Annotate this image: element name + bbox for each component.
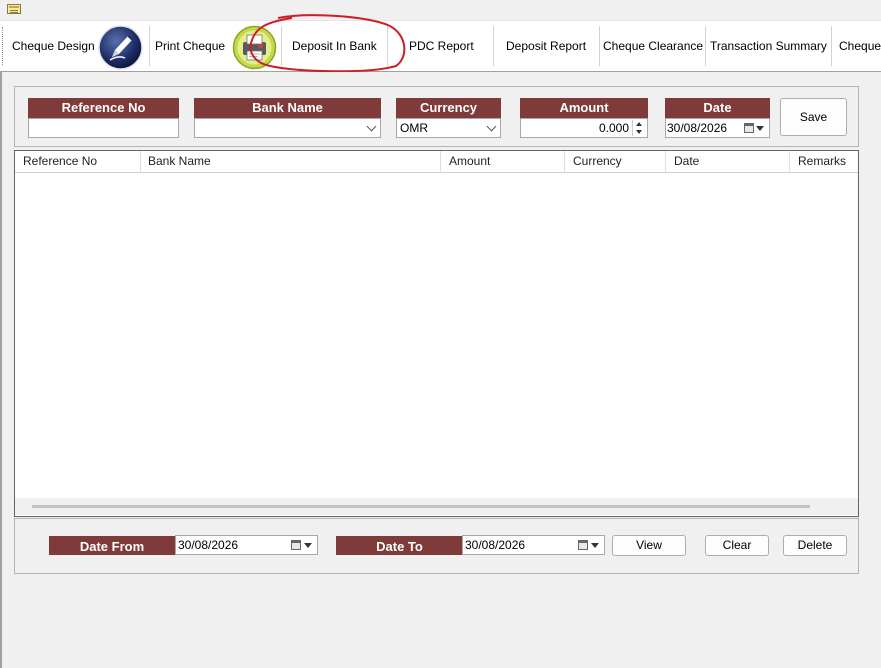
calendar-icon[interactable] xyxy=(744,123,754,133)
cheque-design-button[interactable]: Cheque Design xyxy=(12,21,95,71)
calendar-icon[interactable] xyxy=(578,540,588,550)
reference-no-input[interactable] xyxy=(28,118,179,138)
amount-input[interactable]: 0.000 xyxy=(520,118,648,138)
toolbar-separator xyxy=(149,26,150,66)
cheque-more-label: Cheque xyxy=(839,39,881,53)
amount-spinner[interactable] xyxy=(632,120,646,136)
date-to-label: Date To xyxy=(336,536,463,555)
date-picker[interactable]: 30/08/2026 xyxy=(665,118,770,138)
reference-no-header: Reference No xyxy=(28,98,179,118)
column-header-reference-no[interactable]: Reference No xyxy=(15,151,141,172)
column-header-date[interactable]: Date xyxy=(666,151,790,172)
deposit-grid[interactable]: Reference No Bank Name Amount Currency D… xyxy=(14,150,859,517)
chevron-down-icon[interactable] xyxy=(486,121,497,132)
dropdown-arrow-icon[interactable] xyxy=(304,543,312,548)
chevron-down-icon[interactable] xyxy=(366,121,377,132)
print-cheque-label: Print Cheque xyxy=(155,39,226,53)
transaction-summary-button[interactable]: Transaction Summary xyxy=(710,21,827,71)
bank-name-select[interactable] xyxy=(194,118,381,138)
column-header-amount[interactable]: Amount xyxy=(441,151,565,172)
toolbar-separator xyxy=(705,26,706,66)
save-button[interactable]: Save xyxy=(780,98,847,136)
cheque-more-button[interactable]: Cheque xyxy=(839,21,881,71)
currency-header: Currency xyxy=(396,98,501,118)
transaction-summary-label: Transaction Summary xyxy=(710,39,827,53)
date-from-value: 30/08/2026 xyxy=(178,538,239,552)
date-header: Date xyxy=(665,98,770,118)
bank-name-header: Bank Name xyxy=(194,98,381,118)
cheque-clearance-button[interactable]: Cheque Clearance xyxy=(603,21,703,71)
grid-header-row: Reference No Bank Name Amount Currency D… xyxy=(15,151,858,173)
spin-up-icon[interactable] xyxy=(636,122,642,126)
currency-value: OMR xyxy=(400,121,428,135)
date-value: 30/08/2026 xyxy=(667,121,728,135)
deposit-report-button[interactable]: Deposit Report xyxy=(506,21,586,71)
client-border xyxy=(0,71,2,668)
cheque-design-label: Cheque Design xyxy=(12,39,95,53)
toolbar-separator xyxy=(599,26,600,66)
currency-select[interactable]: OMR xyxy=(396,118,501,138)
date-from-picker[interactable]: 30/08/2026 xyxy=(175,535,318,555)
toolbar-grip[interactable] xyxy=(2,27,4,65)
date-to-picker[interactable]: 30/08/2026 xyxy=(462,535,605,555)
highlight-annotation xyxy=(249,14,406,72)
delete-button[interactable]: Delete xyxy=(783,535,847,556)
toolbar: Cheque Design Print Cheque Deposit In Ba… xyxy=(0,20,881,72)
date-to-value: 30/08/2026 xyxy=(465,538,526,552)
scrollbar-thumb[interactable] xyxy=(32,505,810,508)
calendar-icon[interactable] xyxy=(291,540,301,550)
cheque-clearance-label: Cheque Clearance xyxy=(603,39,704,53)
entry-panel: Reference No Bank Name Currency OMR Amou… xyxy=(14,86,859,147)
pen-icon[interactable] xyxy=(98,25,143,70)
window-icon xyxy=(7,4,21,14)
horizontal-scrollbar[interactable] xyxy=(15,498,858,515)
view-button[interactable]: View xyxy=(612,535,686,556)
deposit-report-label: Deposit Report xyxy=(506,39,587,53)
print-cheque-button[interactable]: Print Cheque xyxy=(155,21,225,71)
column-header-currency[interactable]: Currency xyxy=(565,151,666,172)
toolbar-separator xyxy=(493,26,494,66)
amount-value: 0.000 xyxy=(598,121,629,135)
title-bar xyxy=(0,0,881,20)
date-from-label: Date From xyxy=(49,536,175,555)
column-header-remarks[interactable]: Remarks xyxy=(790,151,858,172)
spin-down-icon[interactable] xyxy=(636,130,642,134)
pdc-report-label: PDC Report xyxy=(409,39,474,53)
toolbar-separator xyxy=(831,26,832,66)
dropdown-arrow-icon[interactable] xyxy=(591,543,599,548)
filter-panel: Date From 30/08/2026 Date To 30/08/2026 … xyxy=(14,518,859,574)
grid-body[interactable] xyxy=(15,173,858,495)
clear-button[interactable]: Clear xyxy=(705,535,769,556)
amount-header: Amount xyxy=(520,98,648,118)
dropdown-arrow-icon[interactable] xyxy=(756,126,764,131)
column-header-bank-name[interactable]: Bank Name xyxy=(141,151,441,172)
pdc-report-button[interactable]: PDC Report xyxy=(409,21,474,71)
